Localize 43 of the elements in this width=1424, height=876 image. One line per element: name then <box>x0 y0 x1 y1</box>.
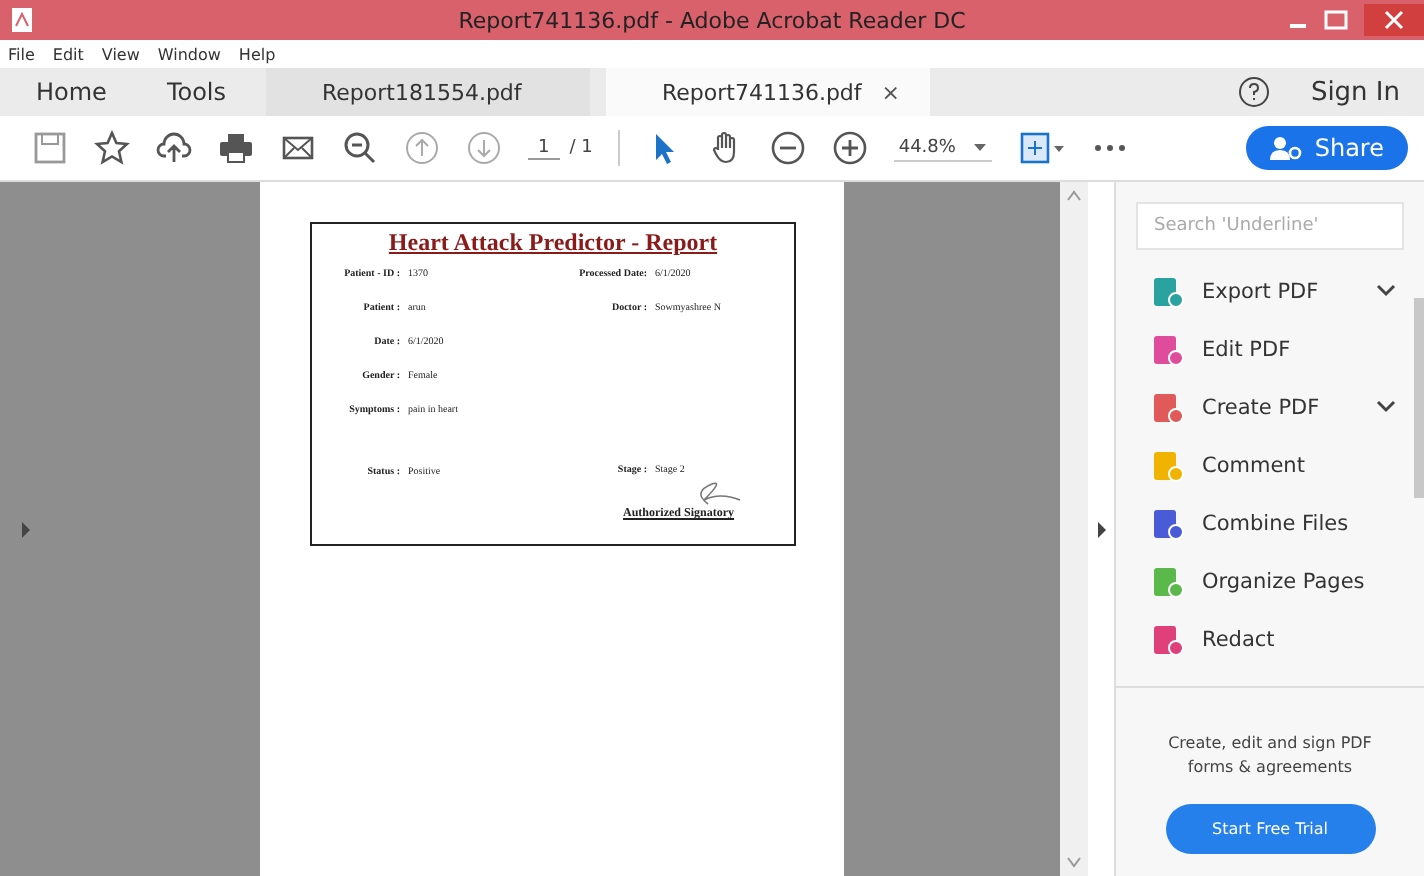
tool-item[interactable]: Edit PDF <box>1116 320 1396 378</box>
tab-label: Report741136.pdf <box>662 79 862 105</box>
menu-item[interactable]: Edit <box>52 45 84 63</box>
zoom-out-search-icon[interactable] <box>342 130 378 166</box>
tool-item[interactable]: Create PDF <box>1116 378 1396 436</box>
page-fit-icon[interactable] <box>1017 130 1066 166</box>
close-icon[interactable] <box>1364 4 1424 36</box>
start-trial-button[interactable]: Start Free Trial <box>1165 804 1375 854</box>
star-icon[interactable] <box>94 130 130 166</box>
tool-item[interactable]: Combine Files <box>1116 494 1396 552</box>
tab-label: Report181554.pdf <box>322 79 522 105</box>
app-logo-icon <box>12 8 32 32</box>
menu-item[interactable]: Help <box>238 45 276 63</box>
save-icon[interactable] <box>32 130 68 166</box>
tool-item[interactable]: Comment <box>1116 436 1396 494</box>
tool-item[interactable]: Redact <box>1116 610 1396 668</box>
share-button[interactable]: Share <box>1246 126 1408 170</box>
menu-item[interactable]: View <box>101 45 140 63</box>
chevron-icon[interactable] <box>1376 400 1396 414</box>
chevron-icon[interactable] <box>1376 284 1396 298</box>
page-number-field[interactable]: 1 <box>528 137 560 159</box>
zoom-out-icon[interactable] <box>770 130 807 166</box>
zoom-in-icon[interactable] <box>832 130 869 166</box>
report-title: Heart Attack Predictor - Report <box>386 228 720 258</box>
expand-panel-icon[interactable] <box>1095 521 1107 537</box>
tool-item[interactable]: Organize Pages <box>1116 552 1396 610</box>
promo-text: Create, edit and sign PDF forms & agreements <box>1166 732 1374 780</box>
zoom-dropdown[interactable]: 44.8% <box>894 135 992 161</box>
caret-icon[interactable] <box>971 141 988 153</box>
person-icon <box>1270 136 1303 160</box>
menu-item[interactable]: Window <box>157 45 221 63</box>
maximize-icon[interactable] <box>1324 10 1348 30</box>
document-tab[interactable]: Report741136.pdf × <box>606 68 930 116</box>
menu-item[interactable]: File <box>8 45 35 63</box>
help-icon[interactable] <box>1238 76 1271 108</box>
window-title: Report741136.pdf - Adobe Acrobat Reader DC <box>456 7 968 33</box>
sign-in-link[interactable]: Sign In <box>1310 77 1400 107</box>
print-icon[interactable] <box>218 130 254 166</box>
page-count: / 1 <box>569 138 593 158</box>
close-tab-button[interactable]: × <box>881 79 901 105</box>
tool-item[interactable]: Export PDF <box>1116 262 1396 320</box>
upload-cloud-icon[interactable] <box>156 130 192 166</box>
document-tab[interactable]: Report181554.pdf <box>266 68 590 116</box>
